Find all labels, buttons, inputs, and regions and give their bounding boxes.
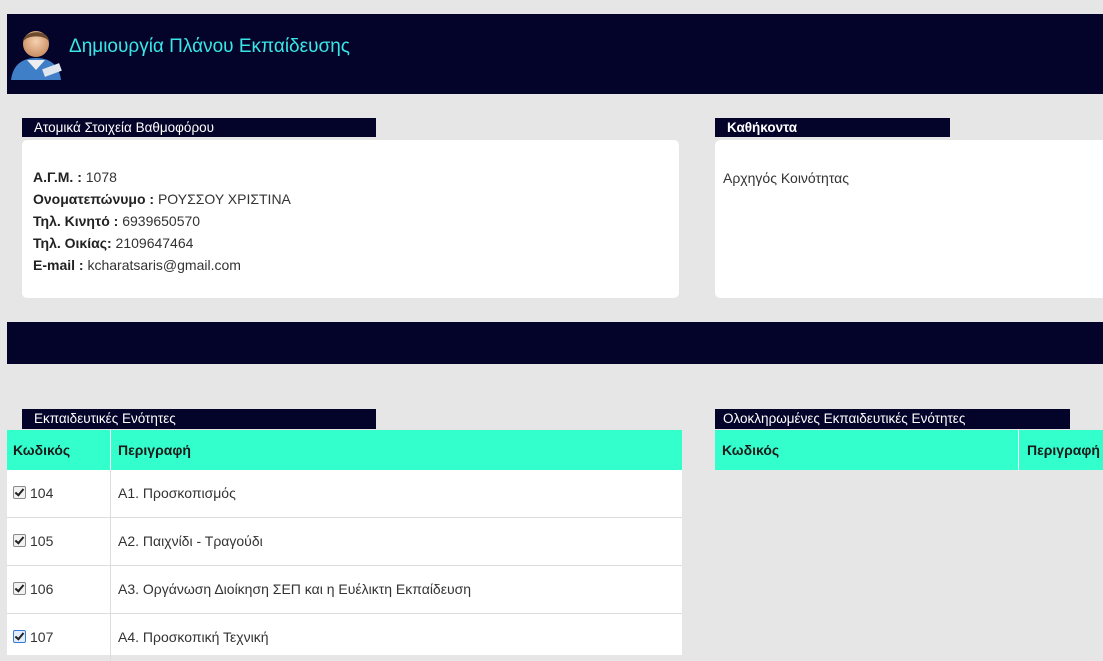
mobile-value: 6939650570 — [118, 213, 201, 229]
row-code-cell: 105 — [13, 518, 53, 565]
home-phone-value: 2109647464 — [111, 235, 194, 251]
table-row: 104 Α1. Προσκοπισμός — [7, 470, 682, 518]
completed-units-header: Ολοκληρωμένες Εκπαιδευτικές Ενότητες — [715, 409, 1070, 429]
checkbox-checked-icon[interactable] — [13, 582, 26, 595]
row-code: 104 — [30, 485, 54, 501]
duties-header: Καθήκοντα — [715, 118, 950, 137]
agm-value: 1078 — [81, 169, 117, 185]
table-row: 107 Α4. Προσκοπική Τεχνική — [7, 614, 682, 661]
personal-info-header: Ατομικά Στοιχεία Βαθμοφόρου — [22, 118, 376, 137]
column-divider — [110, 566, 111, 613]
column-divider — [1018, 430, 1019, 470]
home-phone-line: Τηλ. Οικίας: 2109647464 — [33, 232, 291, 254]
units-col-code[interactable]: Κωδικός — [13, 430, 70, 470]
table-row: 106 Α3. Οργάνωση Διοίκηση ΣΕΠ και η Ευέλ… — [7, 566, 682, 614]
email-line: E-mail : kcharatsaris@gmail.com — [33, 254, 291, 276]
name-value: ΡΟΥΣΣΟΥ ΧΡΙΣΤΙΝΑ — [154, 191, 291, 207]
column-divider — [110, 430, 111, 470]
row-code-cell: 104 — [13, 470, 53, 517]
page-title: Δημιουργία Πλάνου Εκπαίδευσης — [69, 36, 350, 57]
completed-col-description[interactable]: Περιγραφή — [1027, 430, 1100, 470]
row-description: Α2. Παιχνίδι - Τραγούδι — [118, 533, 263, 549]
units-header: Εκπαιδευτικές Ενότητες — [22, 409, 376, 429]
row-code-cell: 107 — [13, 614, 53, 661]
email-value: kcharatsaris@gmail.com — [83, 257, 241, 273]
column-divider — [110, 518, 111, 565]
checkbox-checked-icon[interactable] — [13, 486, 26, 499]
row-code: 105 — [30, 533, 54, 549]
units-table-header: Κωδικός Περιγραφή — [7, 430, 682, 470]
divider-bar — [7, 322, 1103, 364]
column-divider — [110, 470, 111, 517]
agm-line: Α.Γ.Μ. : 1078 — [33, 166, 291, 188]
name-label: Ονοματεπώνυμο : — [33, 191, 155, 207]
duties-card: Αρχηγός Κοινότητας — [715, 140, 1103, 298]
checkbox-checked-icon[interactable] — [13, 630, 26, 643]
units-table-body: 104 Α1. Προσκοπισμός 105 Α2. Παιχνίδι - … — [7, 470, 682, 661]
row-code: 106 — [30, 581, 54, 597]
table-row: 105 Α2. Παιχνίδι - Τραγούδι — [7, 518, 682, 566]
row-description: Α4. Προσκοπική Τεχνική — [118, 629, 269, 645]
row-description: Α1. Προσκοπισμός — [118, 485, 236, 501]
column-divider — [110, 614, 111, 661]
completed-table-header: Κωδικός Περιγραφή — [715, 430, 1103, 470]
row-description: Α3. Οργάνωση Διοίκηση ΣΕΠ και η Ευέλικτη… — [118, 581, 472, 597]
user-avatar-icon — [11, 31, 62, 80]
mobile-label: Τηλ. Κινητό : — [33, 213, 119, 229]
row-code-cell: 106 — [13, 566, 53, 613]
completed-col-code[interactable]: Κωδικός — [722, 430, 779, 470]
agm-label: Α.Γ.Μ. : — [33, 169, 82, 185]
home-phone-label: Τηλ. Οικίας: — [33, 235, 112, 251]
row-code: 107 — [30, 629, 54, 645]
email-label: E-mail : — [33, 257, 84, 273]
app-header: Δημιουργία Πλάνου Εκπαίδευσης — [7, 14, 1103, 94]
units-col-description[interactable]: Περιγραφή — [118, 430, 191, 470]
checkbox-checked-icon[interactable] — [13, 534, 26, 547]
duties-text: Αρχηγός Κοινότητας — [723, 170, 849, 186]
mobile-line: Τηλ. Κινητό : 6939650570 — [33, 210, 291, 232]
personal-info-card: Α.Γ.Μ. : 1078 Ονοματεπώνυμο : ΡΟΥΣΣΟΥ ΧΡ… — [22, 140, 679, 298]
name-line: Ονοματεπώνυμο : ΡΟΥΣΣΟΥ ΧΡΙΣΤΙΝΑ — [33, 188, 291, 210]
